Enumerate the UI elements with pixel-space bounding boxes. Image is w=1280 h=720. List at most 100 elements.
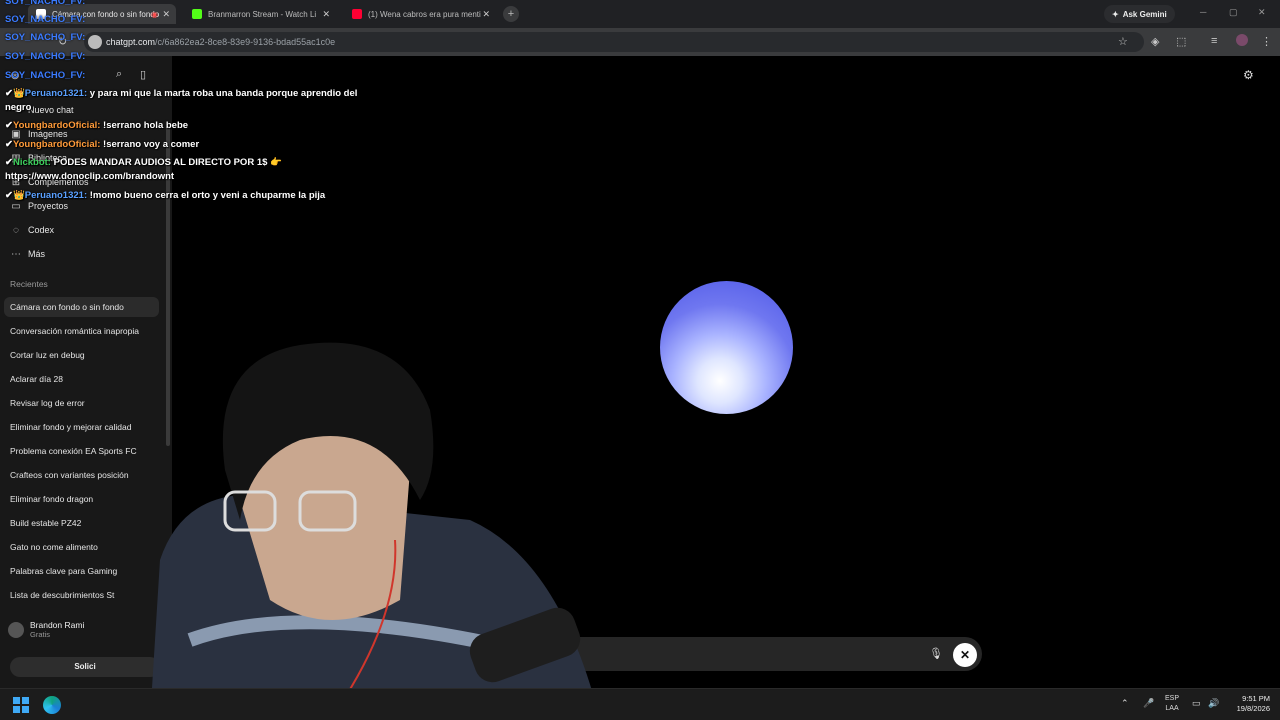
- recent-chat-item[interactable]: Eliminar fondo dragon: [10, 494, 155, 504]
- upgrade-button[interactable]: Solici: [10, 657, 160, 677]
- recent-chat-item[interactable]: Crafteos con variantes posición: [10, 470, 155, 480]
- sidebar-item-codex[interactable]: ◌ Codex: [10, 222, 54, 238]
- search-icon[interactable]: ⌕: [116, 68, 122, 81]
- volume-icon[interactable]: 🔊: [1208, 698, 1219, 709]
- voice-orb: [660, 281, 793, 414]
- screen: Cámara con fondo o sin fondo ◉ ✕ Branmar…: [0, 0, 1280, 720]
- maximize-icon[interactable]: ▢: [1229, 7, 1238, 18]
- chat-username: SOY_NACHO_FV:: [5, 0, 86, 7]
- window-close-icon[interactable]: ✕: [1258, 7, 1266, 18]
- chat-username: Peruano1321:: [24, 88, 88, 99]
- chat-message: ✔YoungbardoOficial: !serrano voy a comer: [5, 139, 199, 150]
- folder-icon: ▭: [11, 200, 21, 212]
- user-plan: Gratis: [30, 630, 51, 639]
- site-info-icon[interactable]: [88, 35, 102, 49]
- extension-icon[interactable]: ◈: [1151, 35, 1159, 48]
- microphone-tray-icon[interactable]: 🎤: [1143, 698, 1154, 709]
- glasses-right: [298, 490, 357, 532]
- tab-kick[interactable]: Branmarron Stream - Watch Li ✕: [184, 4, 336, 24]
- recent-chat-item[interactable]: Build estable PZ42: [10, 518, 155, 528]
- chat-username: Nickbot:: [12, 157, 51, 168]
- moderator-badge-icon: ✔👑: [5, 88, 25, 99]
- minimize-icon[interactable]: ─: [1200, 7, 1206, 17]
- voice-control-bar: [560, 637, 982, 671]
- user-profile[interactable]: Brandon Rami Gratis: [8, 620, 84, 639]
- clock-date: 19/8/2026: [1236, 704, 1270, 713]
- face-shape: [240, 418, 410, 620]
- lang-code: ESP: [1165, 695, 1180, 702]
- sidebar-item-label: Nuevo chat: [28, 105, 74, 115]
- recent-chat-item[interactable]: Gato no come alimento: [10, 542, 155, 552]
- sweater-shape: [150, 495, 600, 720]
- chat-message-cont: negro: [5, 102, 32, 113]
- chat-message: ✔YoungbardoOficial: !serrano hola bebe: [5, 120, 188, 131]
- browser-tab-bar: Cámara con fondo o sin fondo ◉ ✕ Branmar…: [0, 0, 1280, 28]
- recording-icon: ◉: [151, 9, 158, 19]
- recent-chat-item[interactable]: Revisar log de error: [10, 398, 155, 408]
- url-field[interactable]: chatgpt.com /c/6a862ea2-8ce8-83e9-9136-b…: [84, 32, 1144, 52]
- end-voice-button[interactable]: ✕: [953, 643, 977, 667]
- recent-chat-item[interactable]: Eliminar fondo y mejorar calidad: [10, 422, 155, 432]
- media-icon[interactable]: ≡: [1211, 35, 1217, 47]
- moderator-badge-icon: ✔: [5, 120, 13, 131]
- chat-username: YoungbardoOficial:: [12, 120, 101, 131]
- edge-browser-icon[interactable]: [43, 696, 61, 714]
- sidebar-item-label: Proyectos: [28, 201, 69, 211]
- bot-badge-icon: ✔: [5, 157, 13, 168]
- chat-username: SOY_NACHO_FV:: [5, 14, 86, 25]
- profile-avatar[interactable]: [1236, 34, 1248, 46]
- recent-chat-item[interactable]: Lista de descubrimientos St: [10, 590, 155, 600]
- chat-text: !momo bueno cerra el orto y veni a chupa…: [89, 190, 326, 201]
- tab-title: Branmarron Stream - Watch Li: [208, 9, 317, 19]
- recent-chat-item[interactable]: Conversación romántica inapropia: [10, 326, 155, 336]
- clock-time: 9:51 PM: [1242, 694, 1270, 703]
- recent-chat-item[interactable]: Problema conexión EA Sports FC: [10, 446, 155, 456]
- user-name: Brandon Rami: [30, 620, 85, 630]
- mic-muted-icon[interactable]: 🎙: [929, 647, 943, 660]
- chat-text: !serrano hola bebe: [103, 120, 189, 131]
- hair-shape: [222, 342, 434, 520]
- chat-message: ✔Nickbot: PODES MANDAR AUDIOS AL DIRECTO…: [5, 157, 282, 168]
- moderator-badge-icon: ✔: [5, 139, 13, 150]
- chat-username: SOY_NACHO_FV:: [5, 32, 86, 43]
- chat-message: ✔👑Peruano1321: !momo bueno cerra el orto…: [5, 190, 325, 201]
- kick-icon: [192, 9, 202, 19]
- recent-chat-item[interactable]: Cámara con fondo o sin fondo: [4, 297, 159, 317]
- windows-start-icon[interactable]: [13, 697, 29, 713]
- tab-youtube[interactable]: (1) Wena cabros era pura menti ✕: [344, 4, 496, 24]
- windows-taskbar: ⌃ 🎤 ESP LAA ▭ 🔊 9:51 PM 19/8/2026: [0, 688, 1280, 720]
- new-tab-button[interactable]: +: [503, 6, 519, 22]
- close-tab-icon[interactable]: ✕: [482, 9, 490, 20]
- chat-username: SOY_NACHO_FV:: [5, 70, 86, 81]
- system-clock[interactable]: 9:51 PM 19/8/2026: [1228, 694, 1270, 714]
- url-path: /c/6a862ea2-8ce8-83e9-9136-bdad55ac1c0e: [155, 37, 336, 47]
- ask-gemini-label: Ask Gemini: [1122, 9, 1167, 19]
- more-icon: ⋯: [11, 248, 21, 260]
- recent-chat-item[interactable]: Palabras clave para Gaming: [10, 566, 155, 576]
- close-tab-icon[interactable]: ✕: [322, 9, 330, 20]
- recent-chat-item[interactable]: Cortar luz en debug: [10, 350, 155, 360]
- gemini-icon: ✦: [1112, 9, 1119, 19]
- menu-kebab-icon[interactable]: ⋮: [1261, 35, 1272, 48]
- ask-gemini-button[interactable]: ✦ Ask Gemini: [1104, 5, 1175, 23]
- url-host: chatgpt.com: [106, 37, 156, 47]
- bookmark-star-icon[interactable]: ☆: [1118, 35, 1128, 48]
- sidebar-item-label: Más: [28, 249, 46, 259]
- chat-text: PODES MANDAR AUDIOS AL DIRECTO POR 1$ 👉: [53, 157, 282, 168]
- chat-text: y para mi que la marta roba una banda po…: [89, 88, 358, 99]
- chat-username: YoungbardoOficial:: [12, 139, 101, 150]
- tray-chevron-icon[interactable]: ⌃: [1121, 698, 1129, 709]
- language-indicator[interactable]: ESP LAA: [1165, 694, 1179, 714]
- puzzle-icon[interactable]: ⬚: [1176, 35, 1186, 48]
- voice-settings-icon[interactable]: ⚙: [1243, 68, 1254, 82]
- chat-message-cont: https://www.donoclip.com/brandownt: [5, 171, 175, 182]
- sweater-stripe: [187, 615, 522, 657]
- sidebar-item-more[interactable]: ⋯ Más: [10, 246, 45, 262]
- moderator-badge-icon: ✔👑: [5, 190, 25, 201]
- chat-username: Peruano1321:: [24, 190, 88, 201]
- youtube-icon: [352, 9, 362, 19]
- close-tab-icon[interactable]: ✕: [162, 9, 170, 20]
- network-icon[interactable]: ▭: [1192, 698, 1201, 709]
- recent-chat-item[interactable]: Aclarar día 28: [10, 374, 155, 384]
- sidebar-toggle-icon[interactable]: ▯: [140, 68, 146, 81]
